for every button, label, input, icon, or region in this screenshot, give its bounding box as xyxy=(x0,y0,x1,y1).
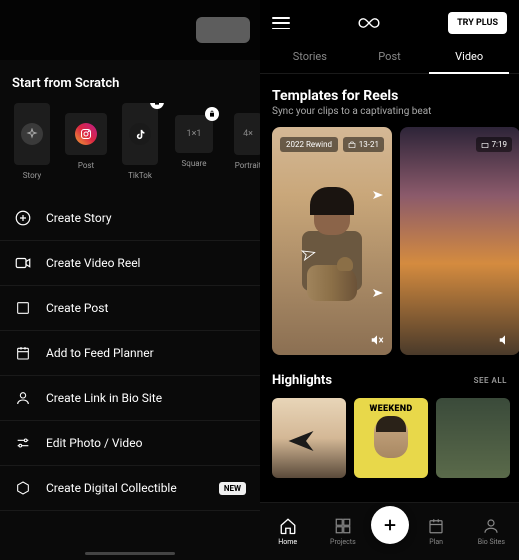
highlight-card-3[interactable] xyxy=(436,398,510,478)
try-plus-button[interactable]: TRY PLUS xyxy=(448,12,507,34)
add-feed-planner[interactable]: Add to Feed Planner xyxy=(0,331,260,376)
mute-icon[interactable] xyxy=(370,333,384,347)
tab-video[interactable]: Video xyxy=(429,42,509,73)
nav-projects[interactable]: Projects xyxy=(315,517,370,546)
format-story[interactable]: Story xyxy=(10,103,54,180)
create-video-reel[interactable]: Create Video Reel xyxy=(0,241,260,286)
instagram-icon xyxy=(75,123,97,145)
top-logo xyxy=(112,14,148,34)
weekend-label: WEEKEND xyxy=(370,404,413,414)
lock-icon xyxy=(150,103,164,109)
hamburger-icon[interactable] xyxy=(272,17,290,29)
square-icon xyxy=(14,299,32,317)
grid-icon xyxy=(334,517,352,535)
face-thumb xyxy=(374,418,408,458)
right-header: TRY PLUS xyxy=(260,0,519,42)
format-square[interactable]: 1×1 Square xyxy=(172,103,216,180)
highlights-row: WEEKEND xyxy=(260,398,519,478)
speaker-icon[interactable] xyxy=(498,333,512,347)
menu-icon[interactable] xyxy=(10,16,38,44)
edit-photo-video[interactable]: Edit Photo / Video xyxy=(0,421,260,466)
sparkle-icon xyxy=(21,123,43,145)
calendar-icon xyxy=(14,344,32,362)
format-portrait[interactable]: 4× Portrait xyxy=(226,103,260,180)
home-icon xyxy=(279,517,297,535)
nav-add-fab[interactable] xyxy=(371,506,409,544)
templates-title: Templates for Reels xyxy=(260,74,519,106)
scratch-title: Start from Scratch xyxy=(0,60,260,103)
home-indicator xyxy=(85,552,175,555)
tab-post[interactable]: Post xyxy=(350,42,430,73)
action-list: Create Story Create Video Reel Create Po… xyxy=(0,196,260,511)
plane-icon xyxy=(372,189,384,201)
right-content: Templates for Reels Sync your clips to a… xyxy=(260,74,519,518)
reel-card-2[interactable]: 7:19 xyxy=(400,127,519,355)
plane-icon xyxy=(286,426,316,456)
person-icon xyxy=(14,389,32,407)
nav-bio-sites[interactable]: Bio Sites xyxy=(464,517,519,546)
top-right-pill[interactable] xyxy=(196,17,250,43)
content-tabs: Stories Post Video xyxy=(260,42,519,74)
format-row: Story Post TikTok 1×1 Square 4× Portrait xyxy=(0,103,260,180)
left-top-bar xyxy=(0,0,260,60)
highlight-card-1[interactable] xyxy=(272,398,346,478)
reel-duration: 7:19 xyxy=(476,137,512,152)
calendar-icon xyxy=(427,517,445,535)
plane-icon xyxy=(372,287,384,299)
create-post[interactable]: Create Post xyxy=(0,286,260,331)
templates-subtitle: Sync your clips to a captivating beat xyxy=(260,106,519,127)
person-icon xyxy=(482,517,500,535)
video-pane: TRY PLUS Stories Post Video Templates fo… xyxy=(260,0,519,560)
bottom-nav: Home Projects Plan Bio Sites xyxy=(260,502,519,560)
plus-icon xyxy=(381,516,399,534)
hexagon-icon xyxy=(14,479,32,497)
reel-row: 2022 Rewind 13-21 7:19 xyxy=(260,127,519,355)
nav-plan[interactable]: Plan xyxy=(409,517,464,546)
video-icon xyxy=(14,254,32,272)
highlight-card-weekend[interactable]: WEEKEND xyxy=(354,398,428,478)
see-all-link[interactable]: SEE ALL xyxy=(474,376,507,385)
create-collectible[interactable]: Create Digital Collectible NEW xyxy=(0,466,260,511)
highlights-title: Highlights xyxy=(272,373,332,388)
create-story[interactable]: Create Story xyxy=(0,196,260,241)
new-badge: NEW xyxy=(219,482,246,495)
tiktok-icon xyxy=(129,123,151,145)
format-post[interactable]: Post xyxy=(64,103,108,180)
reel-thumb xyxy=(272,127,392,355)
plus-circle-icon xyxy=(14,209,32,227)
highlights-header: Highlights SEE ALL xyxy=(260,355,519,398)
scratch-pane: Start from Scratch Story Post TikTok 1×1… xyxy=(0,0,260,560)
sliders-icon xyxy=(14,434,32,452)
nav-home[interactable]: Home xyxy=(260,517,315,546)
tab-stories[interactable]: Stories xyxy=(270,42,350,73)
create-bio-link[interactable]: Create Link in Bio Site xyxy=(0,376,260,421)
lock-icon xyxy=(205,107,219,121)
format-tiktok[interactable]: TikTok xyxy=(118,103,162,180)
reel-card-1[interactable]: 2022 Rewind 13-21 xyxy=(272,127,392,355)
app-logo xyxy=(355,15,383,31)
